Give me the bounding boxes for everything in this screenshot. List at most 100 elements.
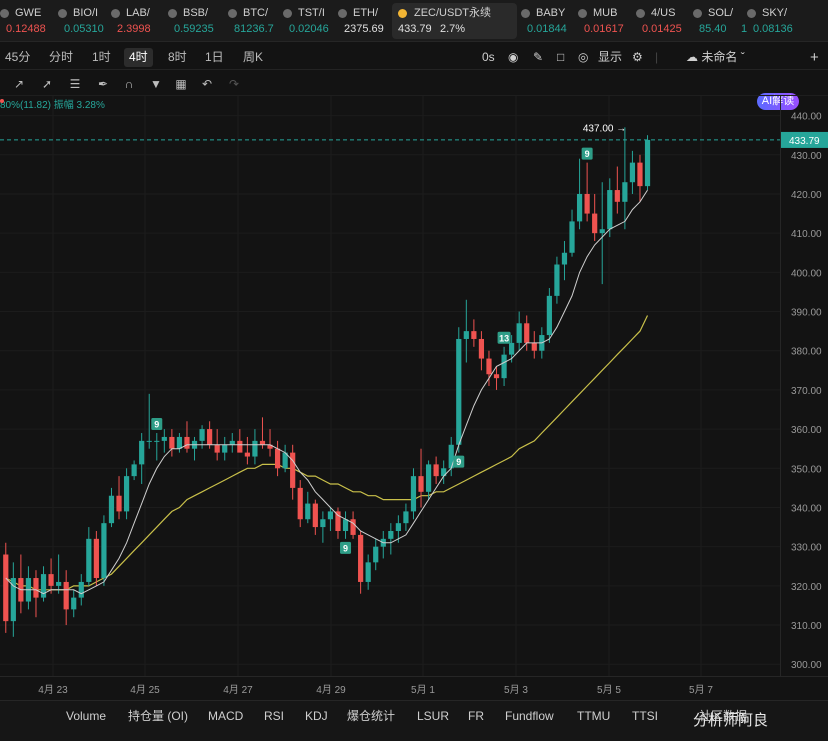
coin-icon <box>636 9 645 18</box>
candle <box>176 433 183 453</box>
candle-body <box>139 440 145 465</box>
candle <box>478 331 485 371</box>
indicator-tab[interactable]: KDJ <box>305 708 328 724</box>
current-price-label: 433.79 <box>789 136 820 147</box>
candle <box>191 436 198 461</box>
candle-body <box>274 448 281 469</box>
ticker-item[interactable]: BTC/81236.7 <box>228 3 280 39</box>
ticker-item[interactable]: SKY/0.08136 <box>747 3 805 39</box>
td-marker: 9 <box>581 147 593 160</box>
ticker-symbol: ETH/ <box>353 7 379 19</box>
eye-icon[interactable]: ◎ <box>578 48 588 67</box>
settings-gear-icon[interactable]: ⚙ <box>632 48 643 67</box>
indicator-tab[interactable]: Volume <box>66 708 106 724</box>
timeframe-tab[interactable]: 8时 <box>163 48 192 67</box>
ticker-symbol: LAB/ <box>126 7 150 19</box>
timeframe-tab[interactable]: 周K <box>238 48 268 67</box>
candle <box>441 460 447 484</box>
candle-body <box>478 338 485 359</box>
ticker-item[interactable]: MUB 0.01617 <box>578 3 633 39</box>
fib-icon[interactable]: ☰ <box>68 77 82 91</box>
undo-icon[interactable]: ↶ <box>200 77 214 91</box>
chart-canvas[interactable]: 9 9 9 13 9 437.00 → 80%(11.82) 振幅 3.28% <box>0 96 780 676</box>
display-button[interactable]: 显示 <box>598 48 622 67</box>
time-axis[interactable]: 4月 23 4月 25 4月 27 4月 29 5月 1 5月 3 5月 5 5月 7 <box>0 676 828 700</box>
indicator-tab[interactable]: TTMU <box>577 708 610 724</box>
ticker-item[interactable]: BSB/0.59235 <box>168 3 225 39</box>
brush-icon[interactable]: ✒ <box>96 77 110 91</box>
candle-body <box>403 511 409 524</box>
coin-icon <box>283 9 292 18</box>
layout-icon[interactable]: □ <box>557 48 564 67</box>
candle <box>561 241 568 281</box>
watermark: 分析师阿良 <box>693 712 769 729</box>
candle <box>93 531 99 586</box>
add-icon[interactable]: + <box>810 48 819 67</box>
cursor-icon[interactable]: ↗ <box>12 77 26 91</box>
timeframe-tab[interactable]: 分时 <box>44 48 78 67</box>
camera-icon[interactable]: ◉ <box>508 48 518 67</box>
indicator-tab[interactable]: FR <box>468 708 484 724</box>
ticker-item[interactable]: BABY 0.01844 <box>521 3 575 39</box>
indicator-tab[interactable]: 持仓量 (OI) <box>128 708 188 724</box>
magnet-icon[interactable]: ∩ <box>122 77 136 91</box>
candle <box>139 433 145 484</box>
coin-icon <box>521 9 530 18</box>
indicator-tab[interactable]: LSUR <box>417 708 449 724</box>
indicator-tab[interactable]: 爆仓统计 <box>347 708 395 724</box>
ticker-item[interactable]: SOL/85.40 1 <box>693 3 747 39</box>
ticker-item[interactable]: ZEC/USDT永续 433.79 2.7% <box>392 3 517 39</box>
timeframe-tab[interactable]: 1日 <box>200 48 229 67</box>
timeframe-tab[interactable]: 1时 <box>87 48 116 67</box>
candle <box>146 393 152 449</box>
candle <box>584 162 590 222</box>
indicator-tab[interactable]: MACD <box>208 708 243 724</box>
trash-icon[interactable]: ▦ <box>174 77 188 91</box>
ticker-item[interactable]: BIO/I 0.05310 <box>58 3 108 39</box>
filter-icon[interactable]: ▼ <box>149 77 163 91</box>
indicator-tab[interactable]: RSI <box>264 708 284 724</box>
candle-body <box>63 581 69 610</box>
price-tick-label: 320.00 <box>791 582 822 593</box>
layout-name-dropdown[interactable]: ☁ 未命名 ˇ <box>686 48 745 67</box>
candle <box>184 421 190 453</box>
indicator-tab[interactable]: Fundflow <box>505 708 554 724</box>
timeframe-tab[interactable]: 4时 <box>124 48 153 67</box>
ticker-item[interactable]: GWE 0.12488 <box>0 3 55 39</box>
ticker-item[interactable]: TST/I 0.02046 <box>283 3 335 39</box>
candle <box>546 288 552 343</box>
price-axis[interactable]: 440.00 430.00 420.00 410.00 400.00 390.00 380.… <box>780 96 828 676</box>
candle-body <box>33 578 39 598</box>
candle-body <box>576 193 583 222</box>
td-marker-label: 9 <box>585 149 590 159</box>
candlestick-chart[interactable]: 9 9 9 13 9 437.00 → 80%(11.82) 振幅 3.28% <box>0 96 780 676</box>
redo-icon[interactable]: ↷ <box>227 77 241 91</box>
candle-body <box>607 190 613 230</box>
trend-line-icon[interactable]: ➚ <box>40 77 54 91</box>
candle-body <box>86 538 92 582</box>
candle-body <box>199 429 205 441</box>
ticker-item[interactable]: ETH/2375.69 <box>338 3 390 39</box>
candle <box>169 429 175 457</box>
candle-body <box>327 511 334 520</box>
coin-icon <box>578 9 587 18</box>
candle <box>637 154 643 202</box>
ticker-price: 0.02046 <box>289 23 329 35</box>
edit-icon[interactable]: ✎ <box>533 48 543 67</box>
candle <box>501 346 507 386</box>
candle <box>373 538 379 571</box>
timeframe-tab[interactable]: 45分 <box>0 48 35 67</box>
candle <box>614 166 620 214</box>
time-tick-label: 5月 7 <box>689 684 713 696</box>
candle-body <box>388 531 394 539</box>
ticker-item[interactable]: LAB/2.3998 <box>111 3 165 39</box>
coin-icon <box>228 9 237 18</box>
candle-body <box>154 440 160 442</box>
indicator-tab[interactable]: TTSI <box>632 708 658 724</box>
candle <box>471 319 477 347</box>
ticker-item[interactable]: 4/US 0.01425 <box>636 3 690 39</box>
candle <box>312 499 318 535</box>
candle-body <box>244 452 250 457</box>
candle <box>644 135 651 191</box>
candle <box>569 209 575 257</box>
